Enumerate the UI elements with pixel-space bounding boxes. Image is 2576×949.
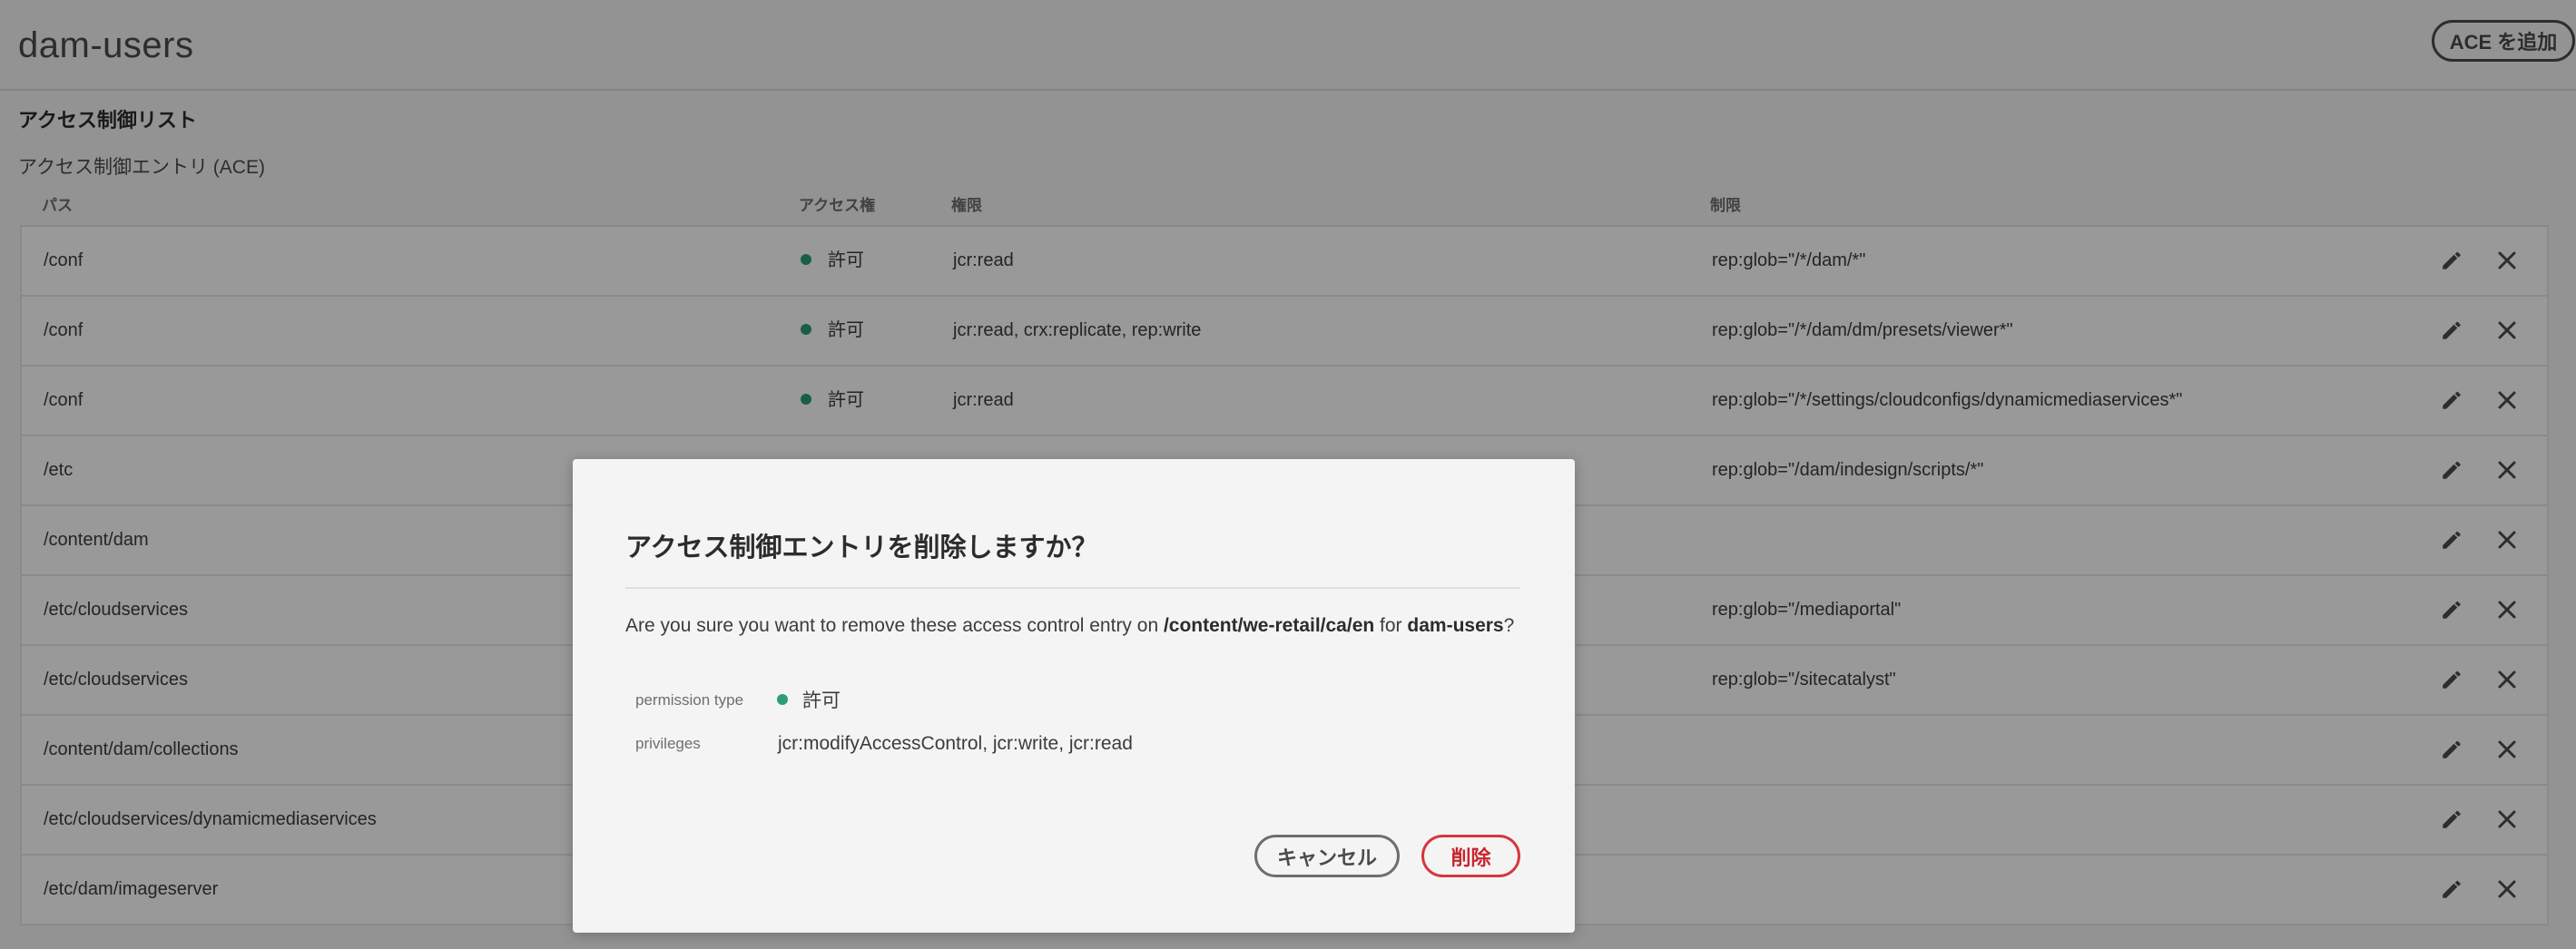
page: dam-users ACE を追加 アクセス制御リスト アクセス制御エントリ (… <box>0 0 2576 949</box>
delete-button[interactable]: 削除 <box>1421 835 1520 877</box>
dialog-message-path: /content/we-retail/ca/en <box>1163 615 1375 636</box>
dialog-title: アクセス制御エントリを削除しますか？ <box>625 533 1098 563</box>
privileges-label: privileges <box>635 735 701 752</box>
privileges-value: jcr:modifyAccessControl, jcr:write, jcr:… <box>778 733 1133 754</box>
dialog-message: Are you sure you want to remove these ac… <box>625 615 1514 637</box>
dialog-message-suffix: ? <box>1503 615 1515 636</box>
allow-status-dot <box>777 694 788 706</box>
delete-ace-dialog: アクセス制御エントリを削除しますか？ Are you sure you want… <box>573 459 1575 933</box>
dialog-divider <box>625 587 1520 589</box>
permission-type-text: 許可 <box>802 690 841 711</box>
permission-type-value: 許可 <box>777 686 841 713</box>
dialog-message-mid: for <box>1374 615 1408 636</box>
permission-type-label: permission type <box>635 691 744 709</box>
dialog-message-prefix: Are you sure you want to remove these ac… <box>625 615 1164 636</box>
dialog-message-user: dam-users <box>1407 615 1504 636</box>
cancel-button[interactable]: キャンセル <box>1254 835 1400 877</box>
